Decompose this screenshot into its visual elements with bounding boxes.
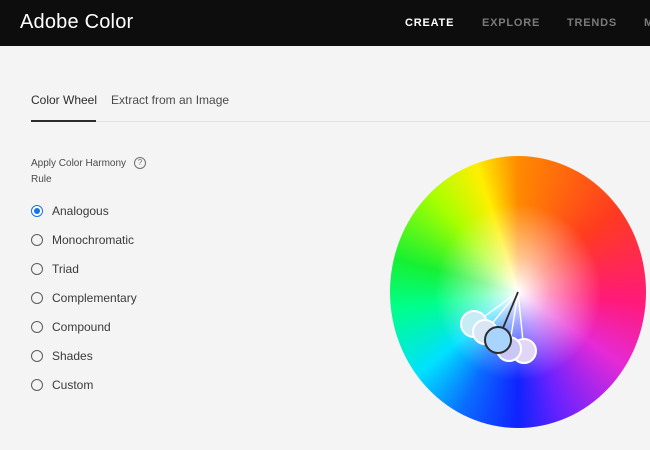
top-navigation-bar: Adobe Color CREATE EXPLORE TRENDS M (0, 0, 650, 46)
tab-color-wheel[interactable]: Color Wheel (31, 93, 97, 107)
nav-trends[interactable]: TRENDS (567, 17, 617, 29)
rule-complementary[interactable]: Complementary (31, 289, 191, 307)
tab-extract-from-image[interactable]: Extract from an Image (111, 93, 229, 107)
rule-custom[interactable]: Custom (31, 376, 191, 394)
nav-more[interactable]: M (644, 17, 650, 29)
rule-compound[interactable]: Compound (31, 318, 191, 336)
active-tab-indicator (31, 120, 96, 122)
tabs-divider (31, 121, 650, 122)
rule-label-compound: Compound (52, 320, 111, 334)
rule-analogous[interactable]: Analogous (31, 202, 191, 220)
rule-label-analogous: Analogous (52, 204, 109, 218)
rule-shades[interactable]: Shades (31, 347, 191, 365)
color-wheel-handles (460, 291, 537, 364)
rule-triad[interactable]: Triad (31, 260, 191, 278)
radio-complementary[interactable] (31, 292, 43, 304)
rule-label-shades: Shades (52, 349, 93, 363)
nav-explore[interactable]: EXPLORE (482, 17, 540, 29)
radio-analogous[interactable] (31, 205, 43, 217)
radio-monochromatic[interactable] (31, 234, 43, 246)
mode-tabs: Color Wheel Extract from an Image (0, 86, 650, 122)
radio-shades[interactable] (31, 350, 43, 362)
app-title[interactable]: Adobe Color (20, 11, 133, 34)
rule-label-complementary: Complementary (52, 291, 137, 305)
help-icon[interactable]: ? (134, 157, 146, 169)
rule-label-triad: Triad (52, 262, 79, 276)
radio-custom[interactable] (31, 379, 43, 391)
nav-create[interactable]: CREATE (405, 17, 454, 29)
radio-triad[interactable] (31, 263, 43, 275)
harmony-rule-label: Apply Color Harmony Rule (31, 158, 127, 185)
radio-compound[interactable] (31, 321, 43, 333)
base-color-handle[interactable] (484, 326, 512, 354)
rule-monochromatic[interactable]: Monochromatic (31, 231, 191, 249)
rule-label-monochromatic: Monochromatic (52, 233, 135, 247)
rule-label-custom: Custom (52, 378, 94, 392)
